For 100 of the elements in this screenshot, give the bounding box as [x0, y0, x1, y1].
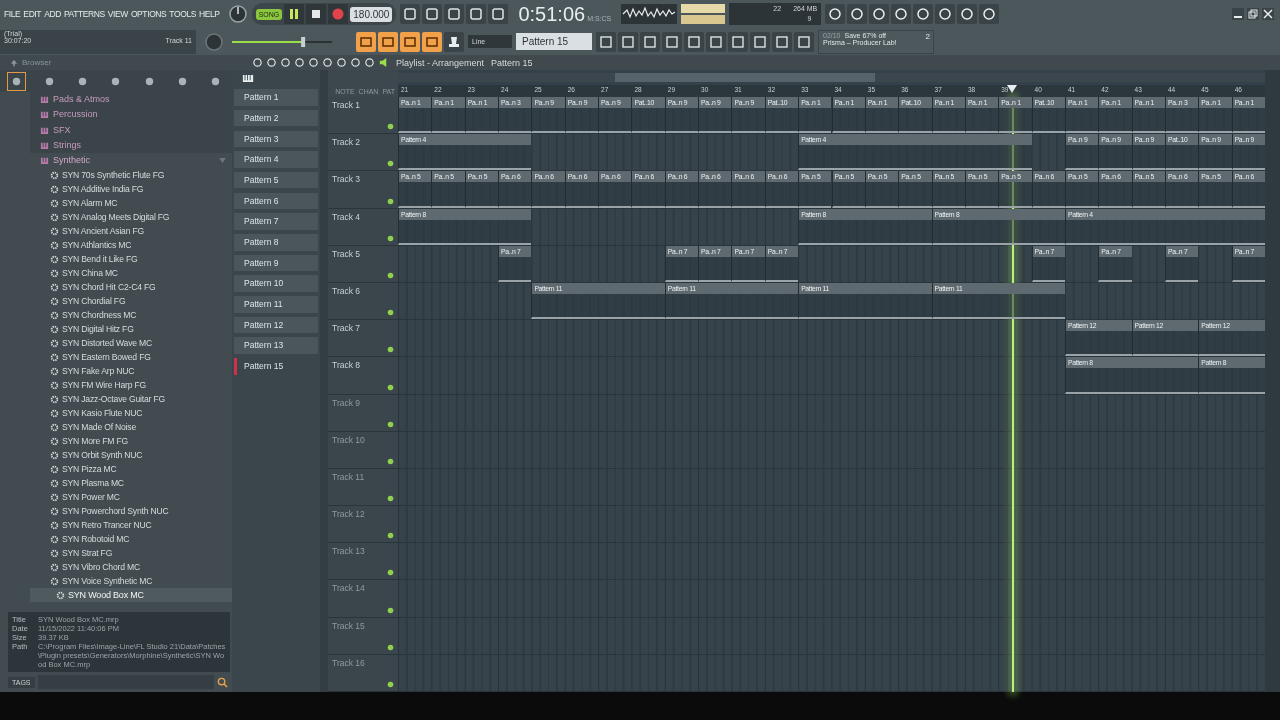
pattern-item[interactable]: Pattern 1: [234, 89, 318, 106]
menu-item[interactable]: TOOLS: [169, 9, 197, 19]
restore-icon[interactable]: [1247, 8, 1259, 20]
pattern-item[interactable]: Pattern 4: [234, 151, 318, 168]
menu-item[interactable]: VIEW: [107, 9, 128, 19]
pattern-item[interactable]: Pattern 5: [234, 171, 318, 189]
menu-item[interactable]: FILE: [4, 9, 21, 19]
preset-item[interactable]: SYN Digital Hitz FG: [30, 322, 232, 337]
up-arrow-icon[interactable]: [10, 58, 18, 67]
track-mute-icon[interactable]: [387, 197, 394, 205]
preset-item[interactable]: SYN Analog Meets Digital FG: [30, 210, 232, 225]
preset-item[interactable]: SYN FM Wire Harp FG: [30, 378, 232, 393]
preset-item[interactable]: SYN Eastern Bowed FG: [30, 350, 232, 365]
track-name[interactable]: Track 8: [332, 360, 361, 371]
menu-item[interactable]: OPTIONS: [130, 9, 167, 19]
track-mute-icon[interactable]: [387, 346, 394, 354]
menu-item[interactable]: ADD: [44, 9, 61, 19]
track-mute-icon[interactable]: [387, 532, 394, 540]
track-name[interactable]: Track 5: [332, 248, 361, 259]
preset-item[interactable]: SYN More FM FG: [30, 434, 232, 449]
pattern-item[interactable]: Pattern 11: [234, 296, 318, 313]
track-mute-icon[interactable]: [387, 457, 394, 465]
track-mute-icon[interactable]: [387, 271, 394, 279]
preset-item[interactable]: SYN Vibro Chord MC: [30, 560, 232, 575]
track-name[interactable]: Track 1: [332, 100, 361, 110]
pattern-item[interactable]: Pattern 13: [234, 337, 318, 354]
preset-item[interactable]: SYN Ancient Asian FG: [30, 224, 232, 239]
pattern-item[interactable]: Pattern 10: [234, 275, 318, 292]
track-name[interactable]: Track 11: [332, 471, 365, 482]
menu-item[interactable]: PATTERNS: [63, 9, 105, 19]
close-icon[interactable]: [1262, 8, 1274, 20]
track-mute-icon[interactable]: [387, 569, 394, 577]
preset-item[interactable]: SYN 70s Synthetic Flute FG: [30, 168, 232, 183]
track-name[interactable]: Track 2: [332, 137, 361, 148]
track-mute-icon[interactable]: [387, 681, 394, 688]
knob-icon[interactable]: [204, 31, 224, 52]
preset-item[interactable]: SYN Plasma MC: [30, 476, 232, 491]
preset-item[interactable]: SYN Kasio Flute NUC: [30, 406, 232, 421]
track-name[interactable]: Track 6: [332, 285, 361, 296]
track-name[interactable]: Track 12: [332, 509, 365, 520]
track-name[interactable]: Track 3: [332, 174, 361, 185]
track-name[interactable]: Track 14: [332, 583, 365, 594]
menu-item[interactable]: HELP: [199, 9, 220, 19]
track-mute-icon[interactable]: [387, 420, 394, 428]
pattern-item[interactable]: Pattern 12: [234, 316, 318, 334]
track-mute-icon[interactable]: [387, 495, 394, 503]
preset-item[interactable]: SYN Powerchord Synth NUC: [30, 504, 232, 519]
preset-item[interactable]: SYN Strat FG: [30, 546, 232, 561]
pattern-item[interactable]: Pattern 2: [234, 109, 318, 127]
preset-item[interactable]: SYN China MC: [30, 266, 232, 281]
track-mute-icon[interactable]: [387, 606, 394, 614]
pattern-selector[interactable]: Pattern 15: [516, 33, 592, 50]
preset-item[interactable]: SYN Fake Arp NUC: [30, 364, 232, 379]
preset-item[interactable]: SYN Robotoid MC: [30, 532, 232, 547]
track-name[interactable]: Track 9: [332, 397, 361, 408]
track-mute-icon[interactable]: [387, 309, 394, 317]
pattern-item[interactable]: Pattern 9: [234, 254, 318, 272]
tempo-field[interactable]: 180.000: [350, 6, 393, 22]
track-name[interactable]: Track 15: [332, 620, 365, 631]
preset-item[interactable]: SYN Bend it Like FG: [30, 252, 232, 267]
toggle-icon[interactable]: [356, 31, 376, 52]
pattern-item[interactable]: Pattern 3: [234, 130, 318, 148]
folder-item[interactable]: Pads & Atmos: [30, 92, 232, 108]
preset-item[interactable]: SYN Chordness MC: [30, 308, 232, 323]
pattern-item[interactable]: Pattern 7: [234, 213, 318, 230]
menu-item[interactable]: EDIT: [23, 9, 42, 19]
track-name[interactable]: Track 4: [332, 211, 361, 222]
track-name[interactable]: Track 10: [332, 434, 365, 445]
pattern-item[interactable]: Pattern 8: [234, 234, 318, 251]
master-volume-slider[interactable]: [232, 35, 332, 48]
preset-item[interactable]: SYN Orbit Synth NUC: [30, 448, 232, 463]
preset-item[interactable]: SYN Voice Synthetic MC: [30, 574, 232, 589]
track-name[interactable]: Track 13: [332, 546, 365, 557]
knob-icon[interactable]: [227, 4, 248, 24]
playhead-marker-icon[interactable]: [1006, 85, 1017, 93]
preset-item[interactable]: SYN Jazz-Octave Guitar FG: [30, 392, 232, 407]
track-name[interactable]: Track 16: [332, 657, 365, 668]
preset-item[interactable]: SYN Additive India FG: [30, 182, 232, 197]
preset-item[interactable]: SYN Pizza MC: [30, 462, 232, 477]
toggle-icon[interactable]: [400, 31, 420, 52]
track-mute-icon[interactable]: [387, 383, 394, 391]
track-mute-icon[interactable]: [387, 643, 394, 651]
minimize-icon[interactable]: [1232, 8, 1244, 20]
preset-item[interactable]: SYN Retro Trancer NUC: [30, 518, 232, 533]
folder-item[interactable]: Percussion: [30, 107, 232, 123]
stop-icon[interactable]: [306, 4, 327, 24]
preset-item[interactable]: SYN Chordial FG: [30, 294, 232, 309]
preset-item[interactable]: SYN Power MC: [30, 490, 232, 505]
preset-item[interactable]: SYN Athlantics MC: [30, 238, 232, 253]
preset-item[interactable]: SYN Alarm MC: [30, 196, 232, 211]
track-mute-icon[interactable]: [387, 160, 394, 168]
track-mute-icon[interactable]: [387, 123, 394, 131]
stamp-icon[interactable]: [444, 31, 464, 52]
toggle-icon[interactable]: [378, 31, 398, 52]
vertical-scrollbar[interactable]: [1265, 70, 1280, 692]
pattern-item[interactable]: Pattern 6: [234, 192, 318, 210]
preset-item[interactable]: SYN Made Of Noise: [30, 420, 232, 435]
search-icon[interactable]: [217, 676, 228, 688]
toggle-icon[interactable]: [422, 31, 442, 52]
horizontal-scrollbar[interactable]: [398, 73, 1265, 82]
